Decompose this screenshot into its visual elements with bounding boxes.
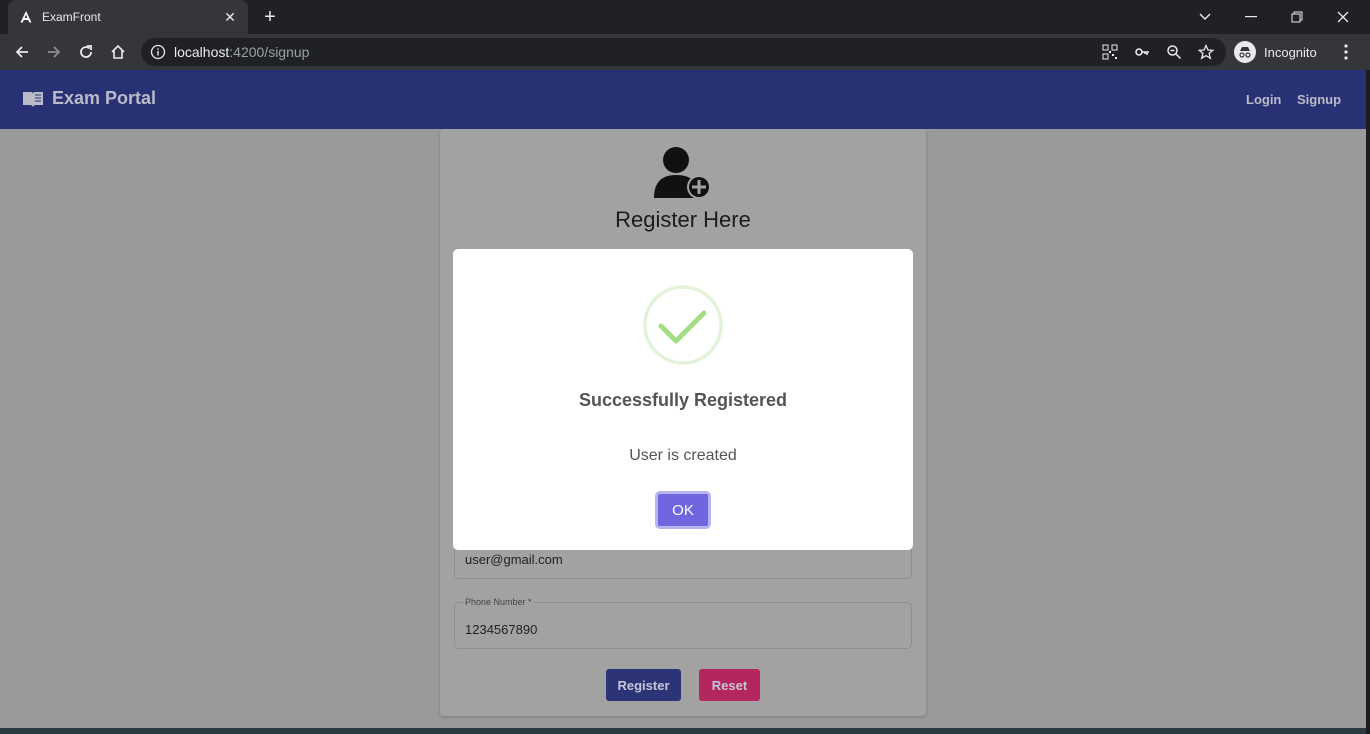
ok-button[interactable]: OK — [655, 491, 711, 529]
qr-code-icon[interactable] — [1101, 43, 1119, 61]
key-icon[interactable] — [1133, 43, 1151, 61]
window-edge — [1366, 70, 1370, 734]
incognito-icon — [1234, 41, 1256, 63]
forward-icon[interactable] — [42, 40, 66, 64]
page-bottom-strip — [0, 728, 1366, 734]
brand-title: Exam Portal — [52, 88, 157, 108]
book-icon — [22, 89, 44, 109]
add-user-icon — [654, 143, 712, 201]
dialog-message: User is created — [629, 447, 737, 464]
nav-signup-link[interactable]: Signup — [1297, 92, 1341, 107]
tab-search-icon[interactable] — [1182, 0, 1228, 34]
tab-close-icon[interactable]: ✕ — [222, 9, 238, 25]
minimize-icon[interactable] — [1228, 0, 1274, 34]
tab-title: ExamFront — [42, 10, 101, 24]
phone-label: Phone Number * — [463, 597, 534, 607]
browser-menu-icon[interactable] — [1334, 40, 1358, 64]
dialog-title: Successfully Registered — [578, 390, 788, 410]
angular-favicon-icon — [18, 9, 34, 25]
nav-login-link[interactable]: Login — [1246, 92, 1281, 107]
reset-button[interactable]: Reset — [699, 669, 760, 701]
close-window-icon[interactable] — [1320, 0, 1366, 34]
back-icon[interactable] — [10, 40, 34, 64]
profile-label: Incognito — [1264, 44, 1317, 60]
restore-icon[interactable] — [1274, 0, 1320, 34]
url-host: localhost — [174, 44, 230, 60]
register-button[interactable]: Register — [606, 669, 681, 701]
phone-field[interactable]: Phone Number * 1234567890 — [454, 597, 912, 649]
site-info-icon[interactable] — [150, 44, 166, 60]
browser-tab[interactable]: ExamFront ✕ — [8, 0, 248, 34]
browser-tab-strip: ExamFront ✕ + — [0, 0, 1370, 34]
email-value: user@gmail.com — [465, 552, 563, 567]
home-icon[interactable] — [106, 40, 130, 64]
register-heading: Register Here — [615, 207, 751, 232]
zoom-out-icon[interactable] — [1165, 43, 1183, 61]
url-text[interactable]: localhost:4200/signup — [174, 44, 309, 60]
reload-icon[interactable] — [74, 40, 98, 64]
incognito-profile-button[interactable]: Incognito — [1232, 39, 1325, 65]
phone-value: 1234567890 — [465, 622, 538, 637]
success-check-icon — [643, 285, 723, 365]
url-path: :4200/signup — [229, 44, 310, 60]
app-navbar — [0, 70, 1366, 129]
new-tab-icon[interactable]: + — [258, 5, 282, 29]
brand-link[interactable]: Exam Portal — [22, 88, 156, 109]
bookmark-star-icon[interactable] — [1197, 43, 1215, 61]
